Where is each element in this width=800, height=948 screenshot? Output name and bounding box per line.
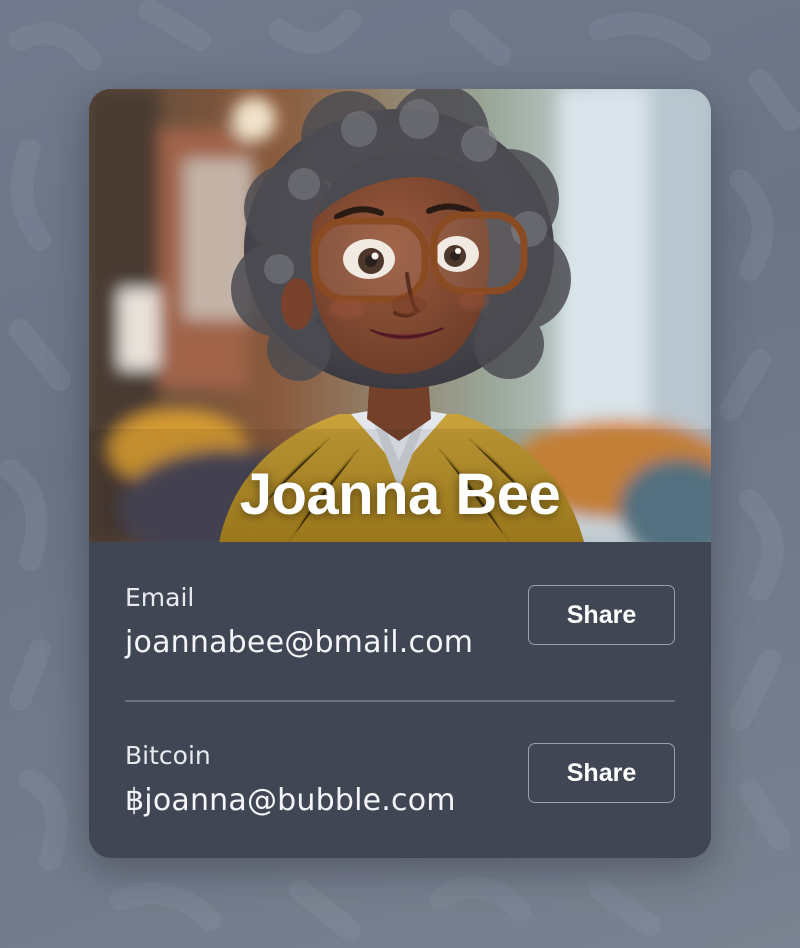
bitcoin-row: Bitcoin ฿joanna@bubble.com Share [125, 738, 675, 848]
share-bitcoin-button[interactable]: Share [528, 743, 675, 803]
profile-name: Joanna Bee [239, 462, 561, 527]
bitcoin-label: Bitcoin [125, 741, 211, 770]
email-row: Email joannabee@bmail.com Share [125, 580, 675, 690]
divider [125, 700, 675, 702]
email-value: joannabee@bmail.com [125, 625, 474, 660]
share-email-button[interactable]: Share [528, 585, 675, 645]
email-label: Email [125, 583, 195, 612]
profile-photo: Joanna Bee [89, 89, 711, 542]
contact-details: Email joannabee@bmail.com Share Bitcoin … [89, 542, 711, 858]
bitcoin-value: ฿joanna@bubble.com [125, 783, 456, 818]
profile-card: Joanna Bee Email joannabee@bmail.com Sha… [89, 89, 711, 858]
